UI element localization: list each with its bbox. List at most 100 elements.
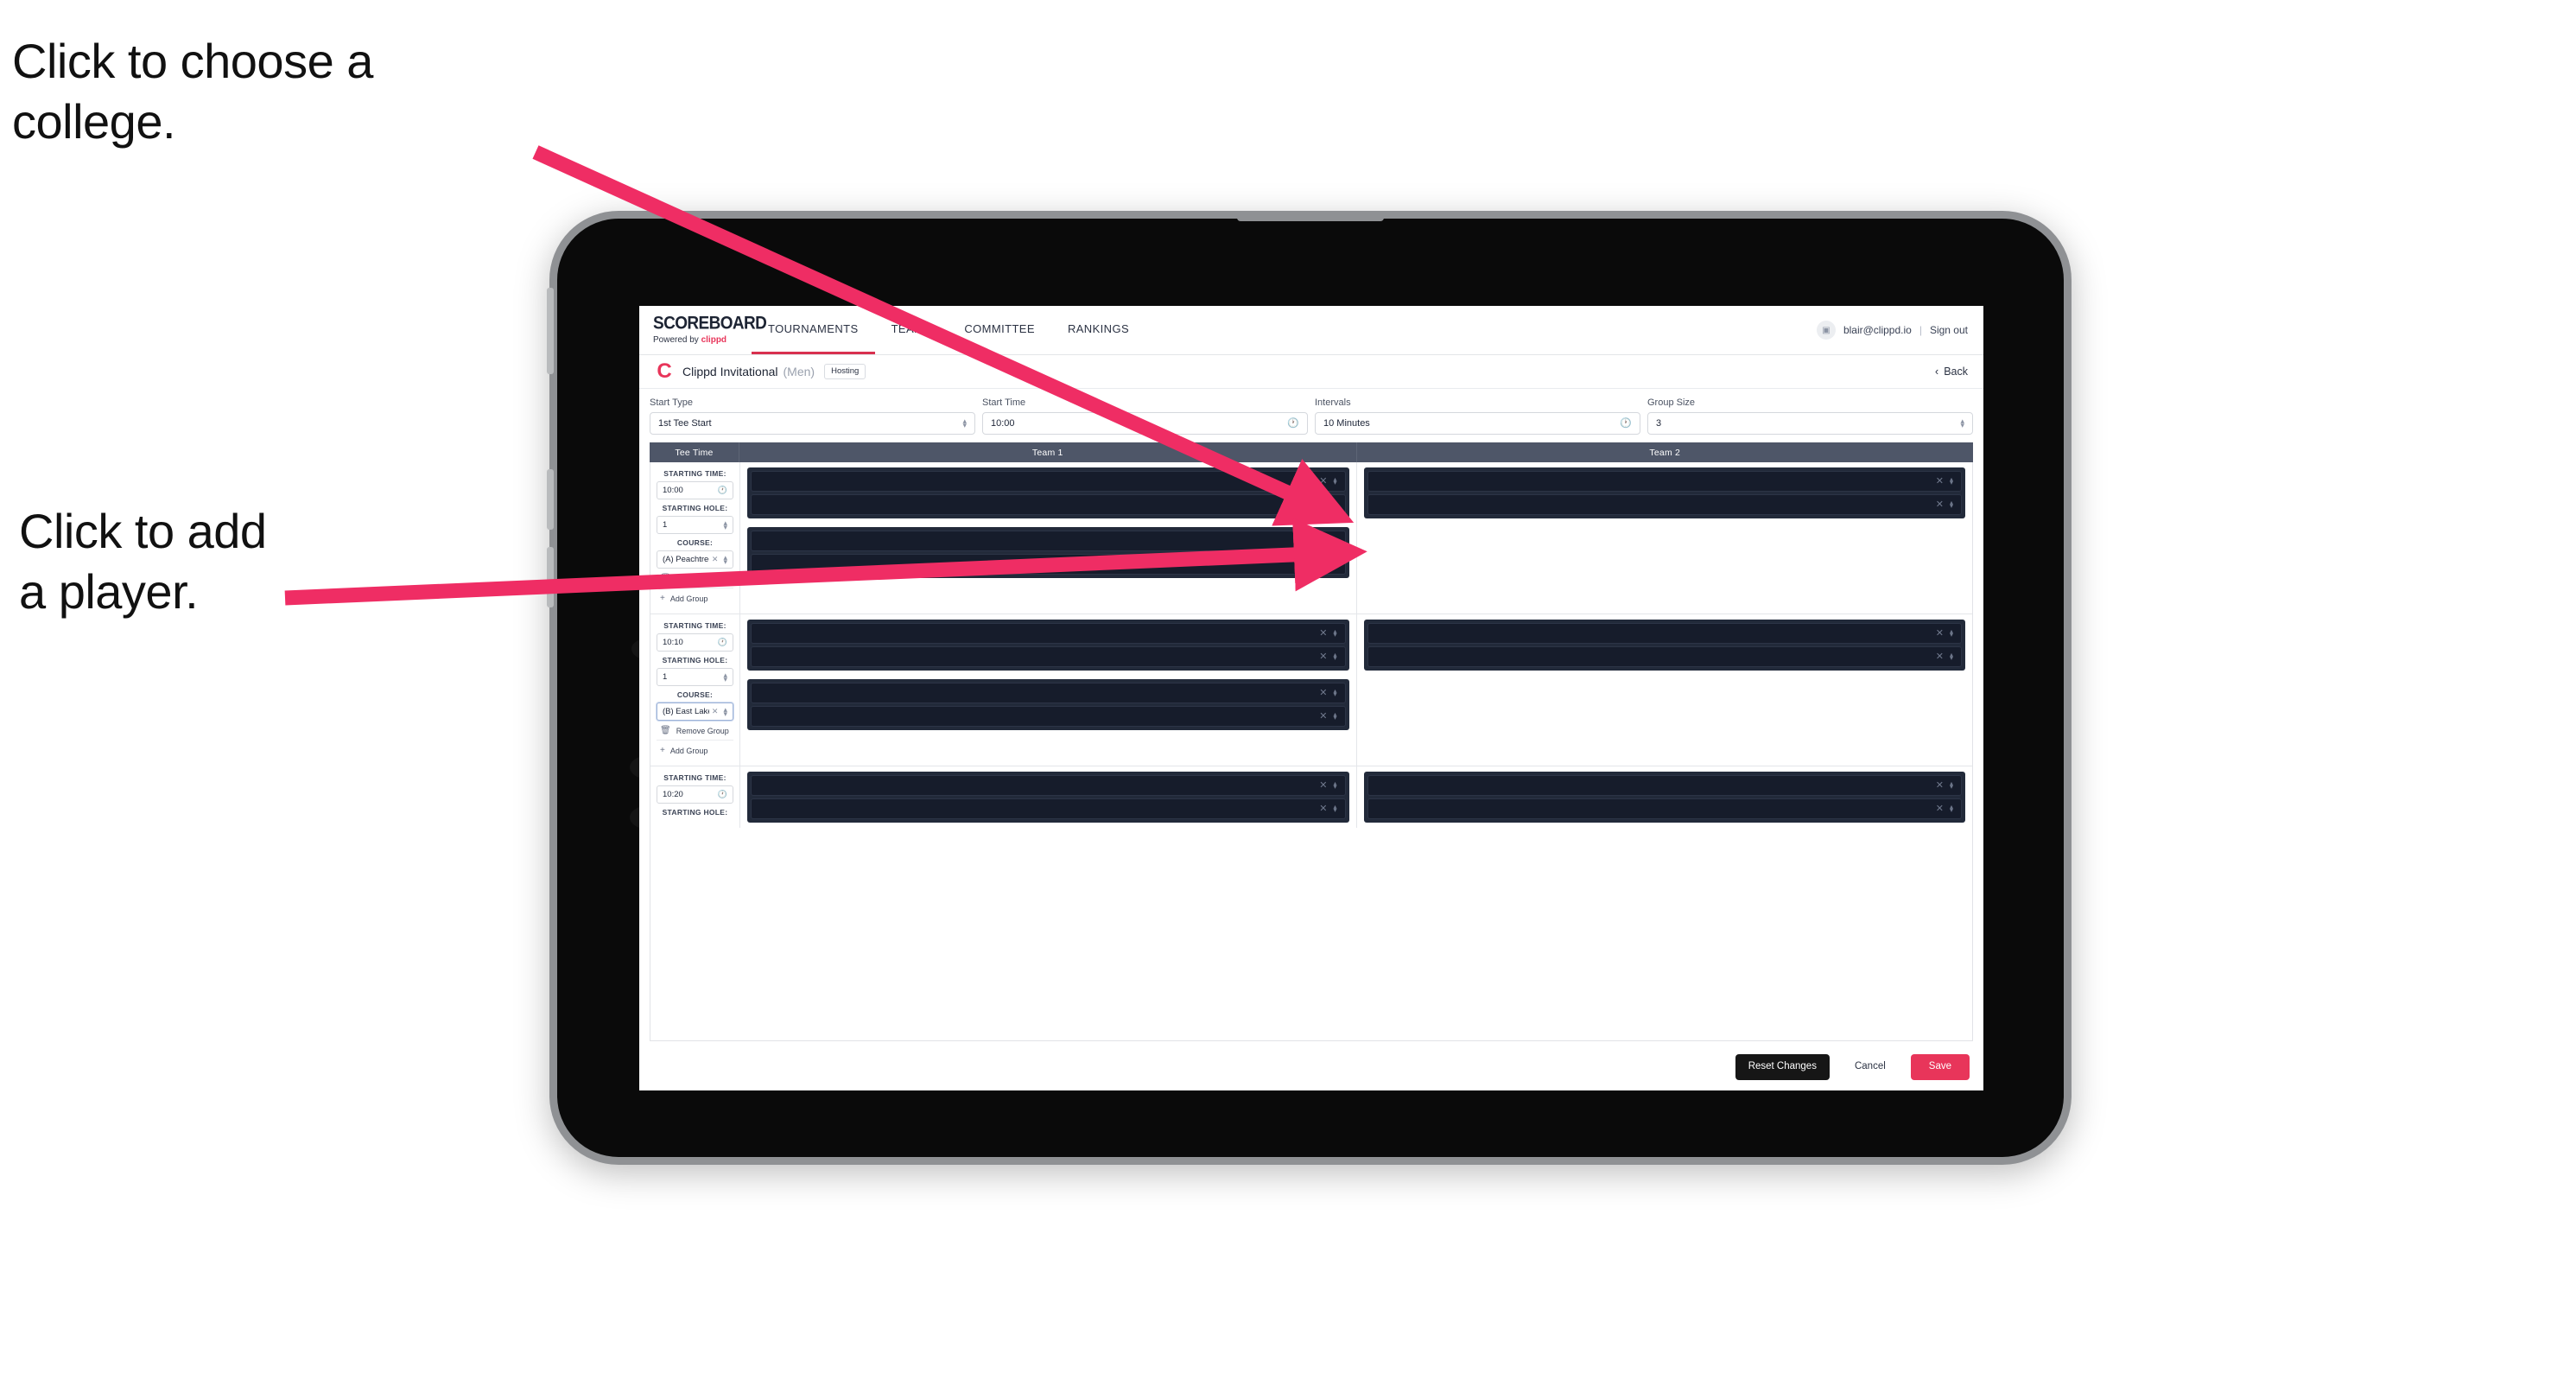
close-icon[interactable]: ✕ [1936, 804, 1944, 814]
close-icon[interactable]: ✕ [1319, 711, 1327, 722]
player-slot[interactable]: ✕ ▴ ▾ [751, 531, 1346, 551]
back-button[interactable]: ‹ Back [1935, 366, 1968, 378]
player-slot[interactable]: ✕ ▴ ▾ [1367, 471, 1962, 492]
player-slot[interactable]: ✕ ▴ ▾ [751, 554, 1346, 575]
tablet-volume-down-button[interactable] [547, 547, 554, 607]
close-icon[interactable]: ✕ [1936, 476, 1944, 486]
course-select[interactable]: (B) East Lake GC ✕ ▴▾ [657, 703, 733, 721]
close-icon[interactable]: ✕ [1936, 499, 1944, 510]
team-2-cell: ✕ ▴ ▾ ✕ ▴ ▾ [1356, 614, 1972, 766]
brand-logo[interactable]: SCOREBOARD Powered by clippd [639, 306, 767, 354]
clock-icon[interactable]: 🕐 [718, 638, 727, 647]
clock-icon[interactable]: 🕐 [1620, 418, 1632, 429]
close-icon[interactable]: ✕ [1319, 476, 1327, 486]
reset-changes-button[interactable]: Reset Changes [1735, 1054, 1830, 1080]
player-slot[interactable]: ✕ ▴ ▾ [1367, 494, 1962, 515]
nav-item-tournaments[interactable]: TOURNAMENTS [752, 306, 875, 354]
course-select[interactable]: (A) Peachtree GC ✕ ▴▾ [657, 550, 733, 569]
table-row: STARTING TIME: 10:20 🕐 STARTING HOLE: ✕ … [650, 766, 1972, 828]
player-slot[interactable]: ✕ ▴ ▾ [1367, 798, 1962, 819]
clock-icon[interactable]: 🕐 [1287, 418, 1299, 429]
player-slot[interactable]: ✕ ▴ ▾ [751, 683, 1346, 703]
nav-item-teams[interactable]: TEAMS [875, 306, 949, 354]
close-icon[interactable]: ✕ [1319, 628, 1327, 639]
close-icon[interactable]: ✕ [712, 555, 719, 564]
player-slot[interactable]: ✕ ▴ ▾ [1367, 646, 1962, 667]
stepper-icon[interactable]: ▴ ▾ [1950, 780, 1953, 791]
stepper-icon[interactable]: ▴ ▾ [1333, 499, 1336, 510]
stepper-icon[interactable]: ▴ ▾ [1950, 652, 1953, 662]
tournament-gender: (Men) [783, 365, 815, 378]
starting-time-input[interactable]: 10:20 🕐 [657, 785, 733, 804]
intervals-input[interactable]: 10 Minutes 🕐 [1315, 412, 1640, 435]
player-slot[interactable]: ✕ ▴ ▾ [751, 706, 1346, 727]
close-icon[interactable]: ✕ [1319, 559, 1327, 569]
add-group-button[interactable]: + Add Group [657, 588, 733, 607]
stepper-icon[interactable]: ▴ ▾ [723, 518, 727, 531]
remove-group-button[interactable]: 🗑 Remove Group [657, 569, 733, 588]
stepper-icon[interactable]: ▴ ▾ [723, 705, 727, 717]
add-group-button[interactable]: + Add Group [657, 740, 733, 760]
stepper-icon[interactable]: ▴ ▾ [1333, 780, 1336, 791]
stepper-icon[interactable]: ▴ ▾ [962, 417, 967, 429]
close-icon[interactable]: ✕ [1319, 652, 1327, 662]
sign-out-link[interactable]: Sign out [1930, 324, 1968, 336]
stepper-icon[interactable]: ▴ ▾ [723, 671, 727, 683]
stepper-icon[interactable]: ▴ ▾ [1950, 628, 1953, 639]
stepper-icon[interactable]: ▴ ▾ [1333, 628, 1336, 639]
starting-hole-select[interactable]: 1 ▴ ▾ [657, 668, 733, 686]
close-icon[interactable]: ✕ [1936, 652, 1944, 662]
table-header-row: Tee Time Team 1 Team 2 [650, 442, 1973, 462]
start-time-input[interactable]: 10:00 🕐 [982, 412, 1308, 435]
close-icon[interactable]: ✕ [1319, 804, 1327, 814]
stepper-icon[interactable]: ▴ ▾ [1960, 417, 1964, 429]
stepper-icon[interactable]: ▴ ▾ [1333, 804, 1336, 814]
player-slot[interactable]: ✕ ▴ ▾ [751, 494, 1346, 515]
close-icon[interactable]: ✕ [712, 707, 719, 716]
stepper-icon[interactable]: ▴ ▾ [1333, 536, 1336, 546]
starting-time-input[interactable]: 10:00 🕐 [657, 481, 733, 499]
group-size-select[interactable]: 3 ▴ ▾ [1647, 412, 1973, 435]
stepper-icon[interactable]: ▴ ▾ [1950, 804, 1953, 814]
stepper-icon[interactable]: ▴ ▾ [1333, 476, 1336, 486]
clock-icon[interactable]: 🕐 [718, 790, 727, 799]
player-slot[interactable]: ✕ ▴ ▾ [751, 775, 1346, 796]
tablet-volume-up-button[interactable] [547, 469, 554, 530]
tee-time-cell: STARTING TIME: 10:10 🕐 STARTING HOLE: 1 … [650, 614, 740, 766]
close-icon[interactable]: ✕ [1319, 688, 1327, 698]
player-slot[interactable]: ✕ ▴ ▾ [1367, 623, 1962, 644]
trash-icon: 🗑 [660, 726, 671, 735]
stepper-icon[interactable]: ▴ ▾ [1333, 652, 1336, 662]
stepper-icon[interactable]: ▴ ▾ [1333, 688, 1336, 698]
close-icon[interactable]: ✕ [1936, 628, 1944, 639]
cancel-button[interactable]: Cancel [1842, 1054, 1899, 1080]
table-row: STARTING TIME: 10:00 🕐 STARTING HOLE: 1 … [650, 462, 1972, 614]
remove-group-button[interactable]: 🗑 Remove Group [657, 721, 733, 740]
nav-item-rankings[interactable]: RANKINGS [1051, 306, 1145, 354]
close-icon[interactable]: ✕ [1319, 780, 1327, 791]
tablet-power-button[interactable] [547, 288, 554, 374]
player-slot[interactable]: ✕ ▴ ▾ [751, 623, 1346, 644]
save-button[interactable]: Save [1910, 1054, 1970, 1080]
label-course: COURSE: [676, 538, 714, 547]
stepper-icon[interactable]: ▴ ▾ [1333, 711, 1336, 722]
close-icon[interactable]: ✕ [1936, 780, 1944, 791]
annotation-choose-college: Click to choose a college. [12, 34, 373, 149]
stepper-icon[interactable]: ▴ ▾ [723, 553, 727, 565]
stepper-icon[interactable]: ▴ ▾ [1950, 476, 1953, 486]
player-slot[interactable]: ✕ ▴ ▾ [1367, 775, 1962, 796]
stepper-icon[interactable]: ▴ ▾ [1950, 499, 1953, 510]
starting-time-input[interactable]: 10:10 🕐 [657, 633, 733, 652]
start-type-value: 1st Tee Start [658, 418, 712, 429]
starting-hole-select[interactable]: 1 ▴ ▾ [657, 516, 733, 534]
stepper-icon[interactable]: ▴ ▾ [1333, 559, 1336, 569]
player-slot[interactable]: ✕ ▴ ▾ [751, 646, 1346, 667]
start-type-select[interactable]: 1st Tee Start ▴ ▾ [650, 412, 975, 435]
clock-icon[interactable]: 🕐 [718, 486, 727, 495]
avatar[interactable]: ▣ [1816, 321, 1836, 340]
close-icon[interactable]: ✕ [1319, 499, 1327, 510]
player-slot[interactable]: ✕ ▴ ▾ [751, 471, 1346, 492]
close-icon[interactable]: ✕ [1319, 536, 1327, 546]
player-slot[interactable]: ✕ ▴ ▾ [751, 798, 1346, 819]
nav-item-committee[interactable]: COMMITTEE [948, 306, 1051, 354]
